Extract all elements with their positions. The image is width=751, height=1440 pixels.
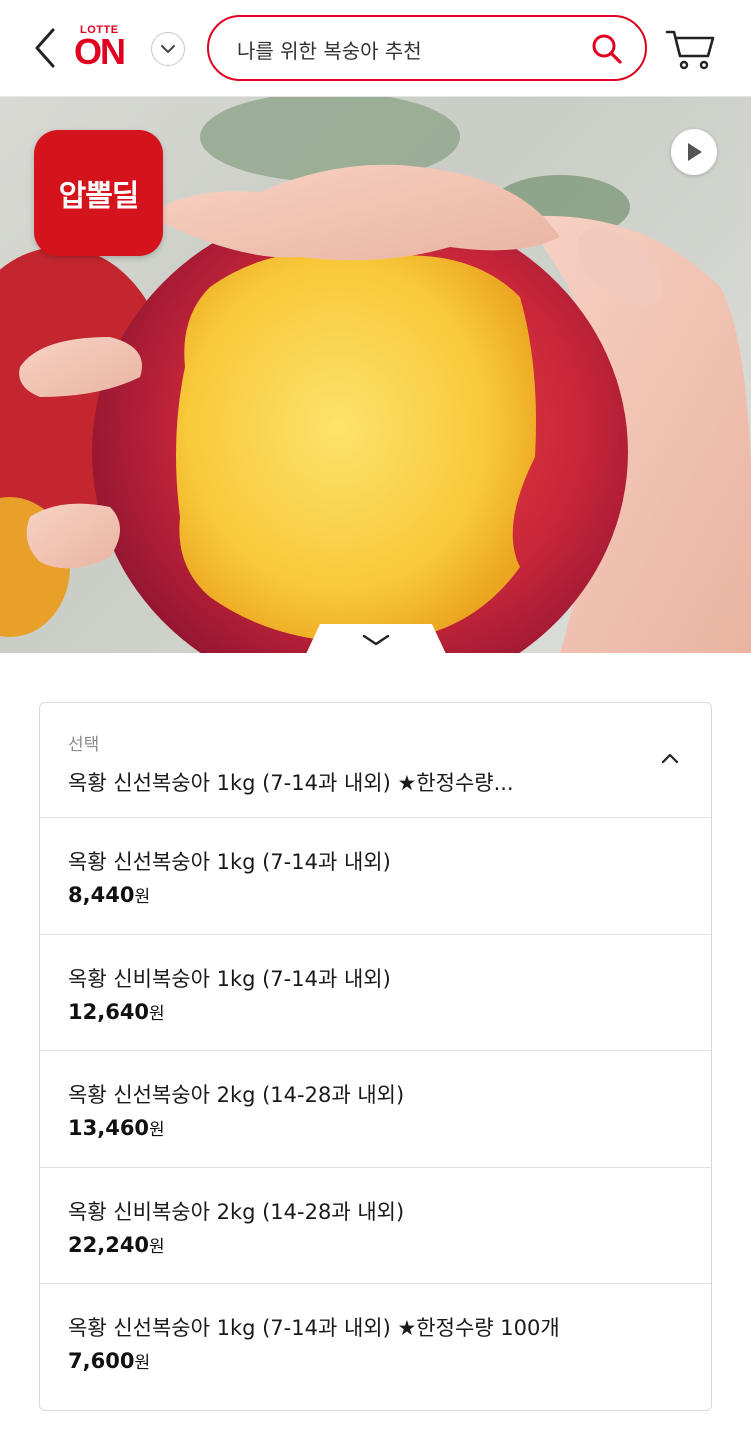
option-item[interactable]: 옥황 신비복숭아 2kg (14-28과 내외) 22,240원 <box>40 1168 711 1284</box>
badge-label: 압뽈딜 <box>58 179 140 214</box>
app-deal-badge: 압뽈딜 <box>34 130 163 256</box>
option-name: 옥황 신비복숭아 1kg (7-14과 내외) <box>68 966 391 991</box>
option-item[interactable]: 옥황 신선복숭아 1kg (7-14과 내외) 8,440원 <box>40 818 711 935</box>
product-image[interactable]: 압뽈딜 <box>0 97 751 653</box>
top-header: LOTTE ON <box>0 0 751 97</box>
option-name: 옥황 신선복숭아 1kg (7-14과 내외) <box>68 850 391 874</box>
option-price: 22,240원 <box>68 1232 165 1257</box>
option-price: 7,600원 <box>68 1348 150 1373</box>
option-price: 12,640원 <box>68 999 165 1024</box>
option-select-panel: 선택 옥황 신선복숭아 1kg (7-14과 내외) ★한정수량... 옥황 신… <box>39 702 712 1411</box>
price-unit: 원 <box>134 887 151 907</box>
option-item[interactable]: 옥황 신비복숭아 1kg (7-14과 내외) 12,640원 <box>40 935 711 1051</box>
search-input[interactable] <box>237 29 577 69</box>
price-value: 12,640 <box>68 999 150 1024</box>
lotte-on-logo[interactable]: LOTTE ON <box>74 24 140 72</box>
play-icon <box>688 143 702 161</box>
selected-option: 옥황 신선복숭아 1kg (7-14과 내외) ★한정수량... <box>68 771 514 795</box>
price-value: 22,240 <box>68 1232 150 1257</box>
option-name: 옥황 신선복숭아 2kg (14-28과 내외) <box>68 1083 405 1107</box>
price-value: 13,460 <box>68 1116 150 1140</box>
option-item[interactable]: 옥황 신선복숭아 2kg (14-28과 내외) 13,460원 <box>40 1051 711 1168</box>
price-unit: 원 <box>149 1236 165 1257</box>
play-video-button[interactable] <box>671 129 717 175</box>
option-select-toggle[interactable]: 선택 옥황 신선복숭아 1kg (7-14과 내외) ★한정수량... <box>40 703 711 818</box>
price-unit: 원 <box>149 1120 165 1140</box>
collapse-image-button[interactable] <box>306 624 446 653</box>
option-price: 13,460원 <box>68 1115 165 1140</box>
chevron-left-icon <box>35 28 55 68</box>
chevron-down-icon <box>161 45 175 53</box>
price-unit: 원 <box>149 1003 165 1024</box>
option-name: 옥황 신비복숭아 2kg (14-28과 내외) <box>68 1199 405 1224</box>
price-value: 7,600 <box>68 1349 135 1373</box>
option-name: 옥황 신선복숭아 1kg (7-14과 내외) ★한정수량 100개 <box>68 1316 560 1340</box>
back-button[interactable] <box>28 26 62 70</box>
cart-button[interactable] <box>664 26 716 72</box>
price-unit: 원 <box>134 1353 151 1373</box>
select-caption: 선택 <box>68 735 100 755</box>
chevron-up-icon <box>661 753 679 764</box>
search-button[interactable] <box>591 33 623 65</box>
logo-main-text: ON <box>74 31 126 72</box>
option-item[interactable]: 옥황 신선복숭아 1kg (7-14과 내외) ★한정수량 100개 7,600… <box>40 1284 711 1401</box>
service-menu-button[interactable] <box>151 32 185 66</box>
search-icon <box>592 34 622 64</box>
price-value: 8,440 <box>68 883 135 907</box>
collapse-tab-shape <box>306 624 446 653</box>
search-bar[interactable] <box>207 15 647 81</box>
option-price: 8,440원 <box>68 882 150 907</box>
cart-icon <box>665 30 715 70</box>
